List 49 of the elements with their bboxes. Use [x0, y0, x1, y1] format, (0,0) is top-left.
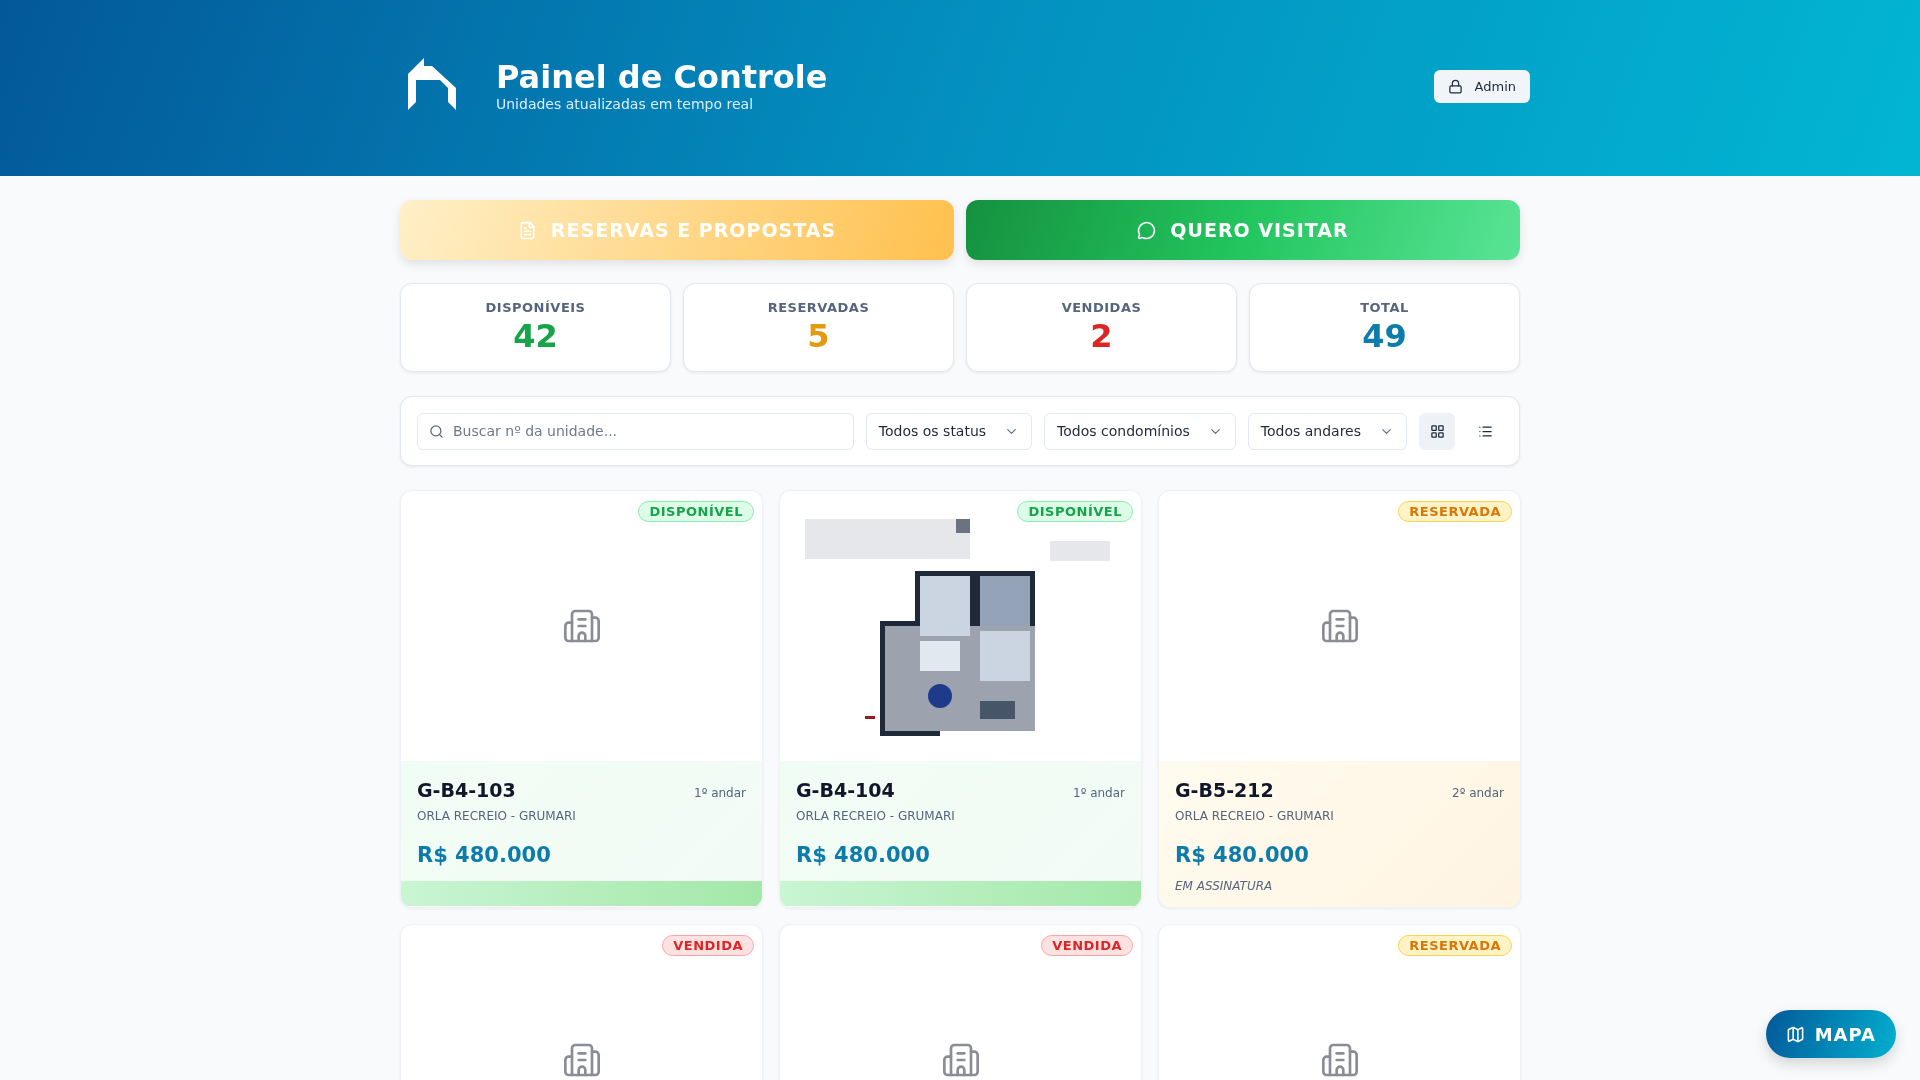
filter-dropdown[interactable]: Todos condomínios — [1044, 412, 1236, 450]
unit-project: ORLA RECREIO - GRUMARI — [417, 809, 577, 823]
status-badge: DISPONÍVEL — [638, 501, 754, 522]
stat-label: RESERVADAS — [767, 300, 870, 315]
unit-card[interactable]: DISPONÍVEL G-B4-103 1º andar ORLA RECREIO - GRUMARI R$ 480.000 — [400, 490, 763, 908]
page-title: Painel de Controle — [496, 58, 829, 96]
filter-dropdown[interactable]: Todos andares — [1247, 412, 1407, 450]
grid-icon — [1429, 423, 1445, 439]
unit-code: G-B5-212 — [1175, 779, 1274, 801]
document-icon — [517, 220, 537, 240]
unit-price: R$ 480.000 — [1175, 843, 1310, 867]
unit-floor: 2º andar — [1452, 786, 1504, 800]
page-subtitle: Unidades atualizadas em tempo real — [496, 96, 755, 112]
stat-value: 5 — [807, 317, 830, 355]
status-badge: VENDIDA — [662, 935, 754, 956]
stat-label: DISPONÍVEIS — [485, 300, 586, 315]
unit-price: R$ 480.000 — [417, 843, 552, 867]
status-badge: VENDIDA — [1041, 935, 1133, 956]
admin-button[interactable]: Admin — [1433, 70, 1530, 103]
unit-price: R$ 480.000 — [796, 843, 931, 867]
unit-code: G-B4-104 — [796, 779, 895, 801]
unit-card[interactable]: VENDIDA — [779, 924, 1142, 1080]
lock-icon — [1447, 79, 1463, 94]
logo-icon — [408, 58, 456, 110]
unit-project: ORLA RECREIO - GRUMARI — [1175, 809, 1335, 823]
search-icon — [429, 423, 444, 439]
stat-label: VENDIDAS — [1061, 300, 1142, 315]
status-badge: RESERVADA — [1398, 935, 1512, 956]
map-icon — [1785, 1024, 1805, 1044]
unit-card[interactable]: RESERVADA G-B5-212 2º andar ORLA RECREIO - GRUMARI R$ 480.000 EM ASSINATURA — [1158, 490, 1521, 908]
unit-code: G-B4-103 — [417, 779, 516, 801]
unit-card[interactable]: DISPONÍVEL G-B4-104 1º andar ORLA RECREIO - GRUMARI R$ 480.000 — [779, 490, 1142, 908]
grid-view-button[interactable] — [1419, 412, 1455, 450]
stat-value: 2 — [1090, 317, 1113, 355]
unit-card[interactable]: VENDIDA — [400, 924, 763, 1080]
list-icon — [1477, 423, 1493, 439]
stat-label: TOTAL — [1360, 300, 1409, 315]
status-badge: DISPONÍVEL — [1017, 501, 1133, 522]
unit-note: EM ASSINATURA — [1175, 879, 1274, 893]
search-field[interactable]: Buscar nº da unidade... — [417, 412, 854, 450]
unit-floor: 1º andar — [694, 786, 746, 800]
filter-dropdown[interactable]: Todos os status — [865, 412, 1033, 450]
unit-floor: 1º andar — [1073, 786, 1125, 800]
chat-icon — [1137, 220, 1157, 240]
stat-value: 49 — [1362, 317, 1407, 355]
unit-project: ORLA RECREIO - GRUMARI — [796, 809, 956, 823]
status-badge: RESERVADA — [1398, 501, 1512, 522]
stat-value: 42 — [513, 317, 558, 355]
map-button[interactable]: MAPA — [1765, 1010, 1896, 1058]
